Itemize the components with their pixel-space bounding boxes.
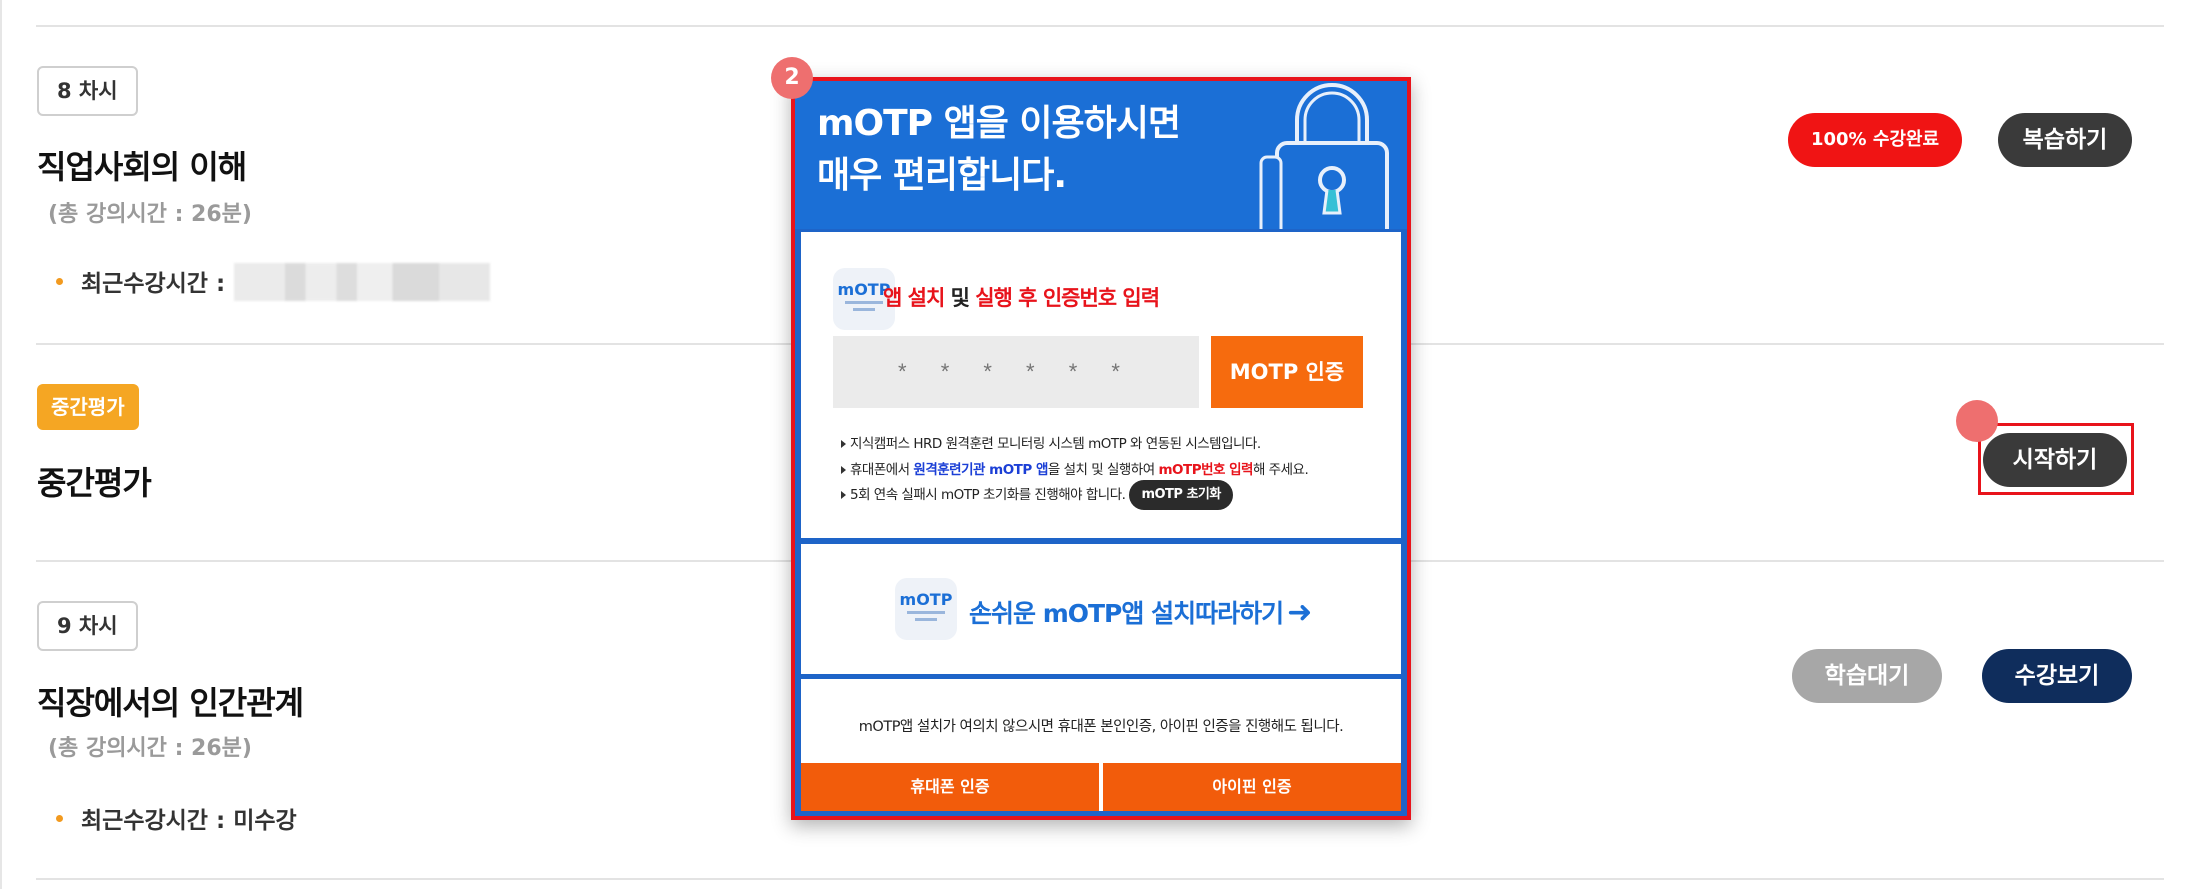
- motp-verify-button[interactable]: MOTP 인증: [1211, 336, 1363, 408]
- recent-study-time: 최근수강시간 :: [56, 264, 225, 298]
- highlight-box: [1978, 423, 2134, 495]
- alternative-auth-panel: mOTP앱 설치가 여의치 않으시면 휴대폰 본인인증, 아이핀 인증을 진행해…: [801, 679, 1401, 811]
- motp-reset-button[interactable]: mOTP 초기화: [1129, 480, 1233, 510]
- modal-title: mOTP 앱을 이용하시면 매우 편리합니다.: [817, 98, 1181, 202]
- lock-icon: [1259, 83, 1389, 229]
- modal-header: mOTP 앱을 이용하시면 매우 편리합니다.: [795, 81, 1407, 229]
- recent-study-label: 최근수강시간 :: [81, 271, 226, 297]
- step-marker-number: 2: [771, 57, 813, 99]
- recent-study-label: 최근수강시간 :: [81, 808, 226, 834]
- session-tag: 9 차시: [37, 601, 138, 651]
- otp-panel: mOTP 앱 설치 및 실행 후 인증번호 입력 MOTP 인증 지식캠퍼스 H…: [801, 232, 1401, 538]
- bullet-icon: [56, 815, 63, 822]
- status-badge-complete: 100% 수강완료: [1788, 113, 1962, 167]
- arrow-right-icon: ➜: [1287, 595, 1312, 630]
- alternative-auth-text: mOTP앱 설치가 여의치 않으시면 휴대폰 본인인증, 아이핀 인증을 진행해…: [858, 719, 1344, 735]
- note-line: 휴대폰에서 원격훈련기관 mOTP 앱을 설치 및 실행하여 mOTP번호 입력…: [841, 458, 1309, 478]
- motp-modal: mOTP 앱을 이용하시면 매우 편리합니다. mOTP 앱 설치 및 실행 후…: [791, 77, 1411, 820]
- install-guide-panel: mOTP 손쉬운 mOTP앱 설치따라하기 ➜: [801, 544, 1401, 674]
- lecture-duration: (총 강의시간 : 26분): [48, 736, 252, 761]
- phone-auth-button[interactable]: 휴대폰 인증: [801, 763, 1099, 811]
- divider: [36, 878, 2164, 880]
- step-marker: [1956, 400, 1998, 442]
- install-instruction: 앱 설치 및 실행 후 인증번호 입력: [883, 286, 1160, 310]
- review-button[interactable]: 복습하기: [1998, 113, 2132, 167]
- recent-study-time: 최근수강시간 : 미수강: [56, 801, 297, 835]
- recent-study-value-redacted: [234, 263, 490, 301]
- ipin-auth-button[interactable]: 아이핀 인증: [1103, 763, 1401, 811]
- lecture-title: 직장에서의 인간관계: [37, 684, 304, 722]
- lecture-title: 직업사회의 이해: [37, 148, 247, 186]
- modal-title-line1: mOTP 앱을 이용하시면: [817, 103, 1181, 144]
- bullet-icon: [56, 278, 63, 285]
- lecture-duration: (총 강의시간 : 26분): [48, 202, 252, 227]
- divider: [36, 25, 2164, 27]
- note-line: 지식캠퍼스 HRD 원격훈련 모니터링 시스템 mOTP 와 연동된 시스템입니…: [841, 432, 1261, 452]
- recent-study-value: 미수강: [233, 808, 297, 834]
- otp-input[interactable]: [833, 336, 1199, 408]
- lecture-title: 중간평가: [37, 464, 152, 502]
- install-guide-link[interactable]: 손쉬운 mOTP앱 설치따라하기 ➜: [969, 594, 1312, 630]
- motp-app-icon: mOTP: [895, 578, 957, 640]
- session-tag: 8 차시: [37, 66, 138, 116]
- eval-tag: 중간평가: [37, 384, 139, 430]
- waiting-button: 학습대기: [1792, 649, 1942, 703]
- note-line: 5회 연속 실패시 mOTP 초기화를 진행해야 합니다. mOTP 초기화: [841, 480, 1233, 510]
- watch-lecture-button[interactable]: 수강보기: [1982, 649, 2132, 703]
- modal-title-line2: 매우 편리합니다.: [817, 155, 1067, 196]
